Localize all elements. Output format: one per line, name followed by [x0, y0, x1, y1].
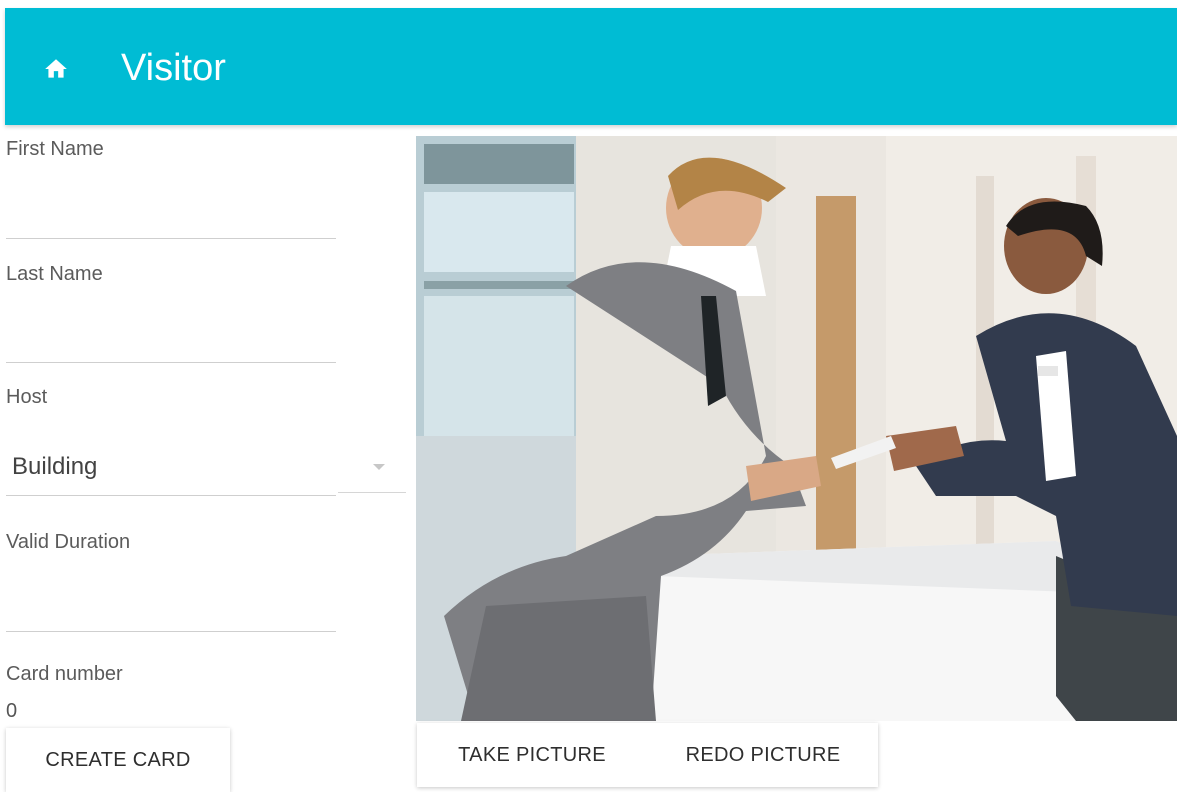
first-name-label: First Name [6, 138, 104, 160]
host-select-underline [6, 495, 336, 496]
host-select[interactable]: Building [6, 440, 406, 496]
valid-duration-input[interactable] [6, 592, 336, 626]
first-name-underline [6, 238, 336, 239]
visitor-photo-image [416, 136, 1177, 721]
valid-duration-label: Valid Duration [6, 531, 131, 553]
valid-duration-underline [6, 631, 336, 632]
first-name-input[interactable] [6, 200, 336, 234]
card-number-label: Card number [6, 663, 123, 685]
last-name-input[interactable] [6, 324, 336, 358]
chevron-down-icon[interactable] [373, 464, 385, 470]
redo-picture-button[interactable]: REDO PICTURE [648, 723, 878, 787]
host-label: Host [6, 386, 48, 408]
visitor-photo [416, 136, 1177, 721]
last-name-underline [6, 362, 336, 363]
page-title: Visitor [121, 47, 226, 89]
last-name-label: Last Name [6, 263, 103, 285]
card-number-value: 0 [6, 700, 18, 722]
picture-button-group: TAKE PICTURE REDO PICTURE [417, 723, 878, 787]
create-card-button[interactable]: CREATE CARD [6, 728, 230, 792]
home-icon[interactable] [43, 56, 69, 82]
host-select-value: Building [12, 453, 98, 480]
host-select-arrow-underline [338, 492, 406, 493]
take-picture-button[interactable]: TAKE PICTURE [417, 723, 647, 787]
app-bar: Visitor [5, 8, 1177, 125]
